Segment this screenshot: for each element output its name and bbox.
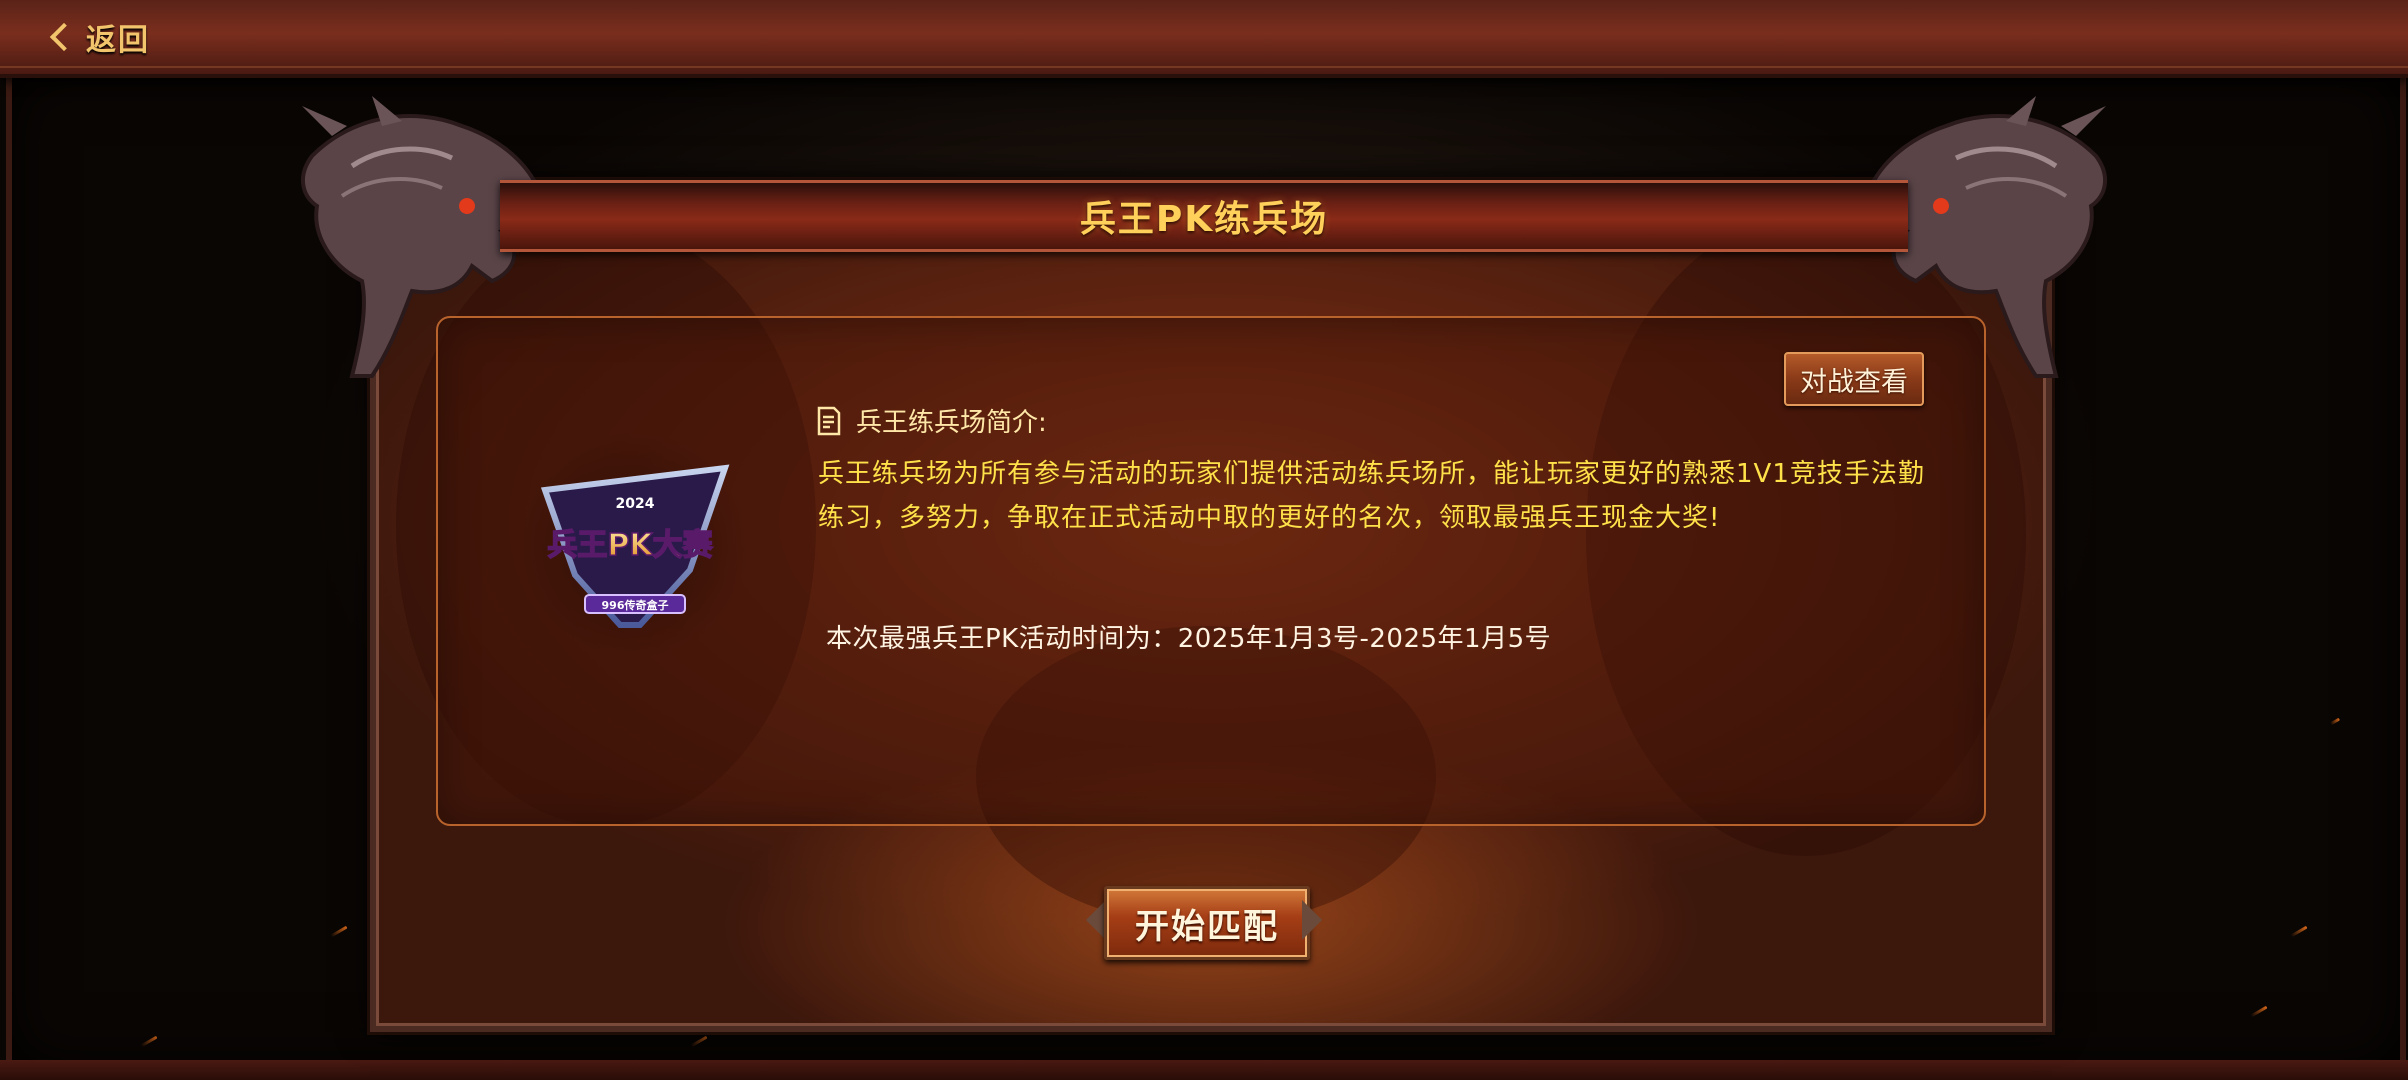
- start-matching-button[interactable]: 开始匹配: [1086, 882, 1322, 960]
- ember-spark: [690, 1035, 708, 1048]
- view-battles-button[interactable]: 对战查看: [1784, 352, 1924, 406]
- event-logo: 2024 兵王PK大赛 996传奇盒子: [540, 464, 730, 628]
- logo-main-text: 兵王PK大赛: [547, 528, 713, 563]
- logo-year: 2024: [616, 496, 655, 512]
- back-label: 返回: [86, 23, 150, 58]
- ember-spark: [2250, 1005, 2268, 1018]
- ember-spark: [2290, 925, 2308, 938]
- intro-heading-label: 兵王练兵场简介:: [856, 408, 1047, 438]
- event-time-text: 本次最强兵王PK活动时间为：2025年1月3号-2025年1月5号: [826, 624, 1552, 654]
- chevron-left-icon: [49, 22, 79, 52]
- game-screen: 返回 兵王PK练兵场 对战查看 2024 兵王PK大赛 996传奇盒子 兵王练兵…: [0, 0, 2408, 1080]
- button-wing-right: [1302, 900, 1322, 940]
- document-icon: [817, 406, 841, 435]
- bottom-frame-bar: [0, 1060, 2408, 1080]
- button-wing-left: [1086, 900, 1106, 940]
- ember-spark: [140, 1035, 158, 1048]
- top-bar: 返回: [0, 0, 2408, 78]
- logo-subtitle: 996传奇盒子: [602, 598, 669, 612]
- ember-spark: [2329, 717, 2341, 726]
- intro-heading: 兵王练兵场简介:: [816, 402, 1047, 439]
- page-title: 兵王PK练兵场: [1079, 199, 1329, 240]
- intro-description: 兵王练兵场为所有参与活动的玩家们提供活动练兵场所，能让玩家更好的熟悉1V1竞技手…: [818, 459, 1925, 533]
- start-matching-body: 开始匹配: [1104, 886, 1310, 960]
- back-button[interactable]: 返回: [49, 14, 150, 60]
- start-matching-label: 开始匹配: [1135, 906, 1279, 947]
- title-banner: 兵王PK练兵场: [500, 180, 1908, 252]
- view-battles-label: 对战查看: [1800, 366, 1908, 398]
- ember-spark: [330, 925, 348, 938]
